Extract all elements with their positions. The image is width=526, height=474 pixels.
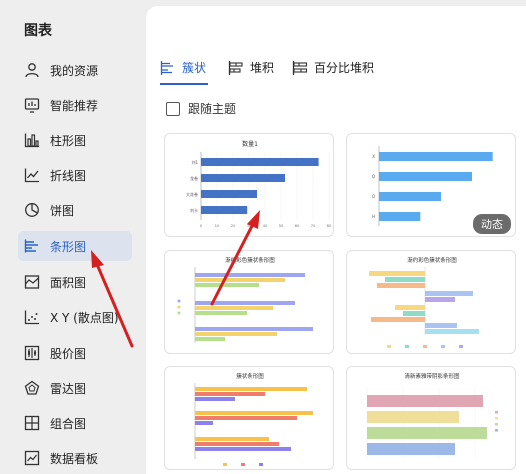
chart-preview-1: 数量1 刘1 龙卷 大花卷 刘卡 0 10 20 30 40 50 60 70 … [186,140,332,228]
y-tick-label: 龙卷 [190,175,198,181]
tab-clustered[interactable]: 簇状 [160,58,208,86]
sidebar-item-smart-recommend[interactable]: 智能推荐 [18,90,132,120]
clustered-bar-icon [160,60,176,76]
sidebar-item-area-chart[interactable]: 面积图 [18,267,132,297]
pie-chart-icon [22,200,42,220]
dynamic-badge: 动态 [473,214,511,234]
sidebar-item-label: 数据看板 [50,451,99,466]
chart-template-card-4[interactable]: 渐约彩色簇状条形图 [346,250,516,354]
card-title: 数量1 [242,140,258,148]
sidebar-title: 图表 [24,23,52,39]
sidebar-item-column-chart[interactable]: 柱形图 [18,125,132,155]
sidebar-item-bar-chart[interactable]: 条形图 [18,231,132,261]
chart-template-card-3[interactable]: 渐约彩色簇状条形图 [164,250,334,354]
user-icon [22,60,42,80]
scatter-chart-icon [22,307,42,327]
stacked-bar-icon [228,60,244,76]
tab-stacked[interactable]: 堆积 [228,58,274,86]
sidebar-item-label: 饼图 [50,203,75,218]
sidebar-item-label: 雷达图 [50,381,87,396]
x-tick-label: 40 [263,223,268,228]
x-tick-label: 70 [311,223,316,228]
sidebar-item-label: 智能推荐 [50,98,99,113]
card-title: 渐约彩色簇状条形图 [225,256,275,264]
bar [201,206,248,214]
bar-chart-icon [22,236,42,256]
sidebar-item-label: 柱形图 [50,133,87,148]
radar-chart-icon [22,378,42,398]
sidebar-item-label: X Y (散点图) [50,310,119,325]
sidebar-item-label: 折线图 [50,168,87,183]
active-tab-indicator [160,83,208,85]
tab-percent-stacked[interactable]: 百分比堆积 [292,58,374,86]
card-title: 渐约彩色簇状条形图 [407,256,457,264]
sidebar-item-label: 我的资源 [50,63,99,78]
bar [379,152,493,161]
bar [201,190,257,198]
chart-template-card-6[interactable]: 清新素雅带阴影条形图 [346,366,516,470]
tab-label: 簇状 [182,61,207,75]
chart-preview-5: 簇状条形图 [194,372,313,466]
chart-preview-6: 清新素雅带阴影条形图 [366,372,498,459]
sidebar-item-dashboard[interactable]: 数据看板 [18,443,132,473]
bar [379,172,472,181]
card-title: 簇状条形图 [236,372,264,380]
chart-template-card-1[interactable]: 数量1 刘1 龙卷 大花卷 刘卡 0 10 20 30 40 50 60 70 … [164,133,334,237]
x-tick-label: 30 [247,223,252,228]
sidebar-item-label: 组合图 [50,416,87,431]
column-chart-icon [22,130,42,150]
follow-theme-checkbox[interactable] [166,101,180,116]
sidebar-item-combo-chart[interactable]: 组合图 [18,408,132,438]
sidebar-item-label: 股价图 [50,346,87,361]
percent-stacked-bar-icon [292,60,308,76]
sidebar: 图表 我的资源 智能推荐 柱形图 折线图 饼图 条形图 面积图 X Y (散点图… [0,0,146,474]
x-tick-label: 50 [279,223,284,228]
follow-theme-label: 跟随主题 [188,102,237,116]
chart-template-card-2[interactable]: X Q O H 动态 [346,133,516,237]
y-tick-label: 刘1 [191,159,198,165]
y-tick-label: 刘卡 [190,207,198,213]
chart-subtype-tabs: 簇状 堆积 百分比堆积 [160,58,526,86]
sidebar-item-scatter-chart[interactable]: X Y (散点图) [18,302,132,332]
y-tick-label: 大花卷 [186,191,198,197]
sidebar-item-label: 条形图 [50,239,87,254]
y-tick-label: O [372,194,375,199]
x-tick-label: 80 [327,223,332,228]
card-title: 清新素雅带阴影条形图 [404,372,460,380]
y-tick-label: H [372,214,375,219]
tab-label: 堆积 [250,61,275,75]
x-tick-label: 10 [215,223,220,228]
x-tick-label: 60 [295,223,300,228]
bar [379,212,421,221]
sidebar-item-pie-chart[interactable]: 饼图 [18,195,132,225]
follow-theme-toggle[interactable]: 跟随主题 [166,100,236,117]
x-tick-label: 0 [200,223,203,228]
area-chart-icon [22,272,42,292]
x-tick-label: 20 [231,223,236,228]
chart-preview-4: 渐约彩色簇状条形图 [369,256,479,348]
sidebar-item-label: 面积图 [50,275,87,290]
combo-chart-icon [22,413,42,433]
bar [201,158,319,166]
bar [379,192,441,201]
tab-label: 百分比堆积 [314,61,375,75]
stock-chart-icon [22,343,42,363]
dashboard-icon [22,448,42,468]
main-panel: 簇状 堆积 百分比堆积 跟随主题 数量1 刘1 龙卷 大花卷 刘卡 0 10 2… [146,6,526,474]
smart-recommend-icon [22,95,42,115]
sidebar-item-radar-chart[interactable]: 雷达图 [18,373,132,403]
chart-preview-3: 渐约彩色簇状条形图 [177,256,313,343]
sidebar-item-line-chart[interactable]: 折线图 [18,160,132,190]
line-chart-icon [22,165,42,185]
y-tick-label: X [372,154,375,159]
bar [201,174,285,182]
sidebar-item-my-resources[interactable]: 我的资源 [18,55,132,85]
y-tick-label: Q [372,174,375,179]
chart-template-card-5[interactable]: 簇状条形图 [164,366,334,470]
sidebar-item-stock-chart[interactable]: 股价图 [18,338,132,368]
